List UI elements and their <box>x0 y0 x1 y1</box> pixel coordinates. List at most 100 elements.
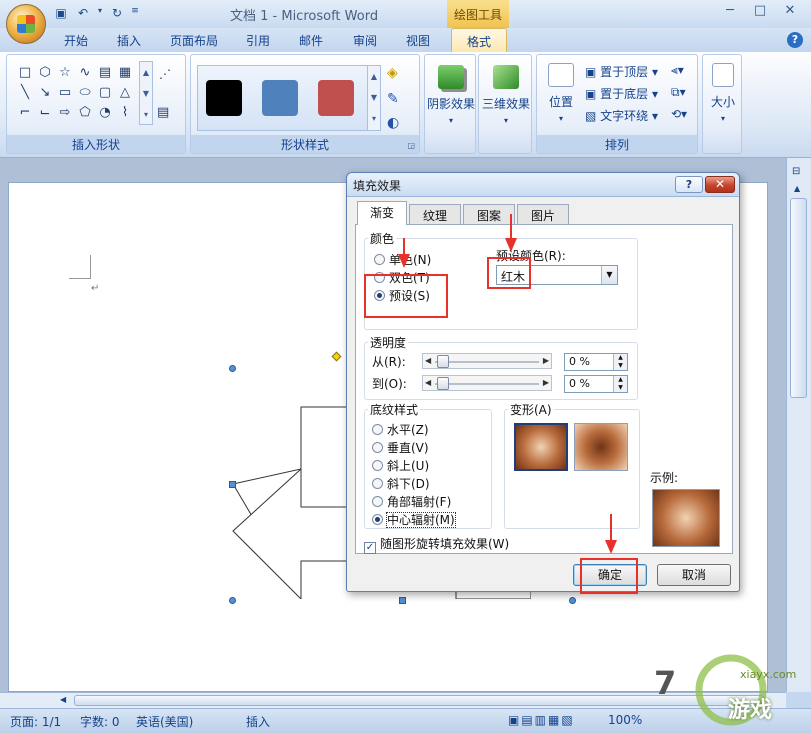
shape-styles-gallery[interactable] <box>197 65 375 131</box>
block-arrow-shape-icon[interactable]: ⇨ <box>55 103 75 123</box>
redo-icon[interactable]: ↻ <box>108 6 126 22</box>
freeform-shape-icon[interactable]: ⌇ <box>115 103 135 123</box>
from-slider[interactable]: ◀ ▶ <box>422 353 552 369</box>
shading-horizontal-radio[interactable]: 水平(Z) <box>372 421 429 438</box>
line-color-icon[interactable]: ✎ <box>387 91 399 107</box>
slider-right-icon[interactable]: ▶ <box>543 376 549 390</box>
dropdown-icon[interactable]: ▾ <box>96 6 104 22</box>
rotate-icon[interactable]: ⟲▾ <box>671 107 687 121</box>
shading-from-center-radio[interactable]: 中心辐射(M) <box>372 511 456 528</box>
send-to-back-button[interactable]: ▣ 置于底层 ▾ <box>585 85 658 102</box>
slider-thumb[interactable] <box>437 377 449 390</box>
curve-shape-icon[interactable]: ◔ <box>95 103 115 123</box>
maximize-button[interactable]: □ <box>747 3 773 23</box>
triangle-shape-icon[interactable]: △ <box>115 83 135 103</box>
rotate-with-shape-checkbox[interactable]: ✓ 随图形旋转填充效果(W) <box>364 535 509 554</box>
shading-diagonal-down-radio[interactable]: 斜下(D) <box>372 475 430 492</box>
text-wrapping-button[interactable]: ▧ 文字环绕 ▾ <box>585 107 658 124</box>
selection-handle[interactable] <box>229 597 236 604</box>
slider-left-icon[interactable]: ◀ <box>425 354 431 368</box>
variant-center-light[interactable] <box>574 423 628 471</box>
tab-references[interactable]: 引用 <box>246 32 270 49</box>
language-indicator[interactable]: 英语(美国) <box>136 713 193 730</box>
wave-shape-icon[interactable]: ∿ <box>75 63 95 83</box>
elbow-connector-shape-icon[interactable]: ⌐ <box>15 103 35 123</box>
grid-shape-icon[interactable]: ▦ <box>115 63 135 83</box>
slider-thumb[interactable] <box>437 355 449 368</box>
dialog-launcher-icon[interactable]: ◲ <box>407 141 415 150</box>
shadow-effects-button[interactable]: 阴影效果 ▾ <box>427 65 475 126</box>
oval-shape-icon[interactable]: ⬭ <box>75 83 95 103</box>
close-window-button[interactable]: ✕ <box>777 3 803 23</box>
three-d-effects-button[interactable]: 三维效果 ▾ <box>481 65 531 126</box>
selection-handle[interactable] <box>569 597 576 604</box>
minimize-button[interactable]: ─ <box>717 3 743 23</box>
styles-gallery-scroll[interactable]: ▲ ▼ ▾ <box>367 65 381 131</box>
shapes-gallery-scroll[interactable]: ▲ ▼ ▾ <box>139 61 153 125</box>
fill-color-icon[interactable]: ◈ <box>387 65 398 81</box>
view-buttons[interactable]: ▣▤▥▦▧ <box>508 713 575 727</box>
cancel-button[interactable]: 取消 <box>657 564 731 586</box>
office-button[interactable] <box>6 4 46 44</box>
to-slider[interactable]: ◀ ▶ <box>422 375 552 391</box>
slider-left-icon[interactable]: ◀ <box>425 376 431 390</box>
shading-from-corner-radio[interactable]: 角部辐射(F) <box>372 493 451 510</box>
rectangle-shape-icon[interactable]: □ <box>15 63 35 83</box>
from-value-input[interactable]: 0 % ▲ ▼ <box>564 353 628 371</box>
scroll-up-icon[interactable]: ▲ <box>794 184 800 193</box>
line-shape-icon[interactable]: ╲ <box>15 83 35 103</box>
spin-arrows-icon[interactable]: ▲ ▼ <box>613 354 627 370</box>
hexagon-shape-icon[interactable]: ⬡ <box>35 63 55 83</box>
selection-handle[interactable] <box>399 597 406 604</box>
pentagon-shape-icon[interactable]: ⬠ <box>75 103 95 123</box>
vertical-scrollbar[interactable]: ⊟ ▲ <box>786 158 811 692</box>
tab-gradient[interactable]: 渐变 <box>357 201 407 225</box>
tab-home[interactable]: 开始 <box>64 32 88 49</box>
help-icon[interactable]: ? <box>787 32 803 48</box>
selection-handle[interactable] <box>229 481 236 488</box>
scroll-left-icon[interactable]: ◀ <box>60 695 66 704</box>
style-swatch-red[interactable] <box>318 80 354 116</box>
tab-page-layout[interactable]: 页面布局 <box>170 32 218 49</box>
bring-to-front-button[interactable]: ▣ 置于顶层 ▾ <box>585 63 658 80</box>
save-icon[interactable]: ▣ <box>52 6 70 22</box>
rounded-rect-shape-icon[interactable]: ▢ <box>95 83 115 103</box>
tab-pattern[interactable]: 图案 <box>463 204 515 224</box>
style-swatch-blue[interactable] <box>262 80 298 116</box>
star-shape-icon[interactable]: ☆ <box>55 63 75 83</box>
elbow-arrow-shape-icon[interactable]: ⌙ <box>35 103 55 123</box>
tab-view[interactable]: 视图 <box>406 32 430 49</box>
tab-texture[interactable]: 纹理 <box>409 204 461 224</box>
to-value-input[interactable]: 0 % ▲ ▼ <box>564 375 628 393</box>
customize-qat-icon[interactable]: ≡ <box>130 6 140 22</box>
vscroll-thumb[interactable] <box>790 198 807 398</box>
align-icon[interactable]: ⫷▾ <box>671 63 684 78</box>
page-count[interactable]: 页面: 1/1 <box>10 713 61 730</box>
insert-mode[interactable]: 插入 <box>246 713 270 730</box>
chevron-down-icon[interactable]: ▼ <box>601 266 617 284</box>
textbox-shape-icon[interactable]: ▤ <box>95 63 115 83</box>
change-shape-icon[interactable]: ◐ <box>387 115 399 131</box>
size-button[interactable]: 大小 ▾ <box>705 63 741 124</box>
position-button[interactable]: 位置 ▾ <box>541 63 581 124</box>
group-objects-icon[interactable]: ⧉▾ <box>671 85 686 100</box>
spin-arrows-icon[interactable]: ▲ ▼ <box>613 376 627 392</box>
tab-review[interactable]: 审阅 <box>353 32 377 49</box>
rect-outline-shape-icon[interactable]: ▭ <box>55 83 75 103</box>
dialog-close-button[interactable]: ✕ <box>705 176 735 193</box>
undo-icon[interactable]: ↶ <box>74 6 92 22</box>
dialog-help-button[interactable]: ? <box>675 176 703 193</box>
shapes-gallery[interactable]: □ ⬡ ☆ ∿ ▤ ▦ ╲ ↘ ▭ ⬭ ▢ △ ⌐ ⌙ ⇨ ⬠ ◔ ⌇ <box>15 63 137 123</box>
style-swatch-black[interactable] <box>206 80 242 116</box>
ruler-toggle-icon[interactable]: ⊟ <box>792 166 800 177</box>
adjust-handle[interactable] <box>331 351 342 362</box>
selection-handle[interactable] <box>229 365 236 372</box>
tab-insert[interactable]: 插入 <box>117 32 141 49</box>
variant-center-dark[interactable] <box>514 423 568 471</box>
edit-shape-icon[interactable]: ⋰ <box>159 67 171 81</box>
shading-vertical-radio[interactable]: 垂直(V) <box>372 439 429 456</box>
tab-picture[interactable]: 图片 <box>517 204 569 224</box>
word-count[interactable]: 字数: 0 <box>80 713 120 730</box>
zoom-level[interactable]: 100% <box>608 713 642 727</box>
tab-format[interactable]: 格式 <box>451 28 507 53</box>
